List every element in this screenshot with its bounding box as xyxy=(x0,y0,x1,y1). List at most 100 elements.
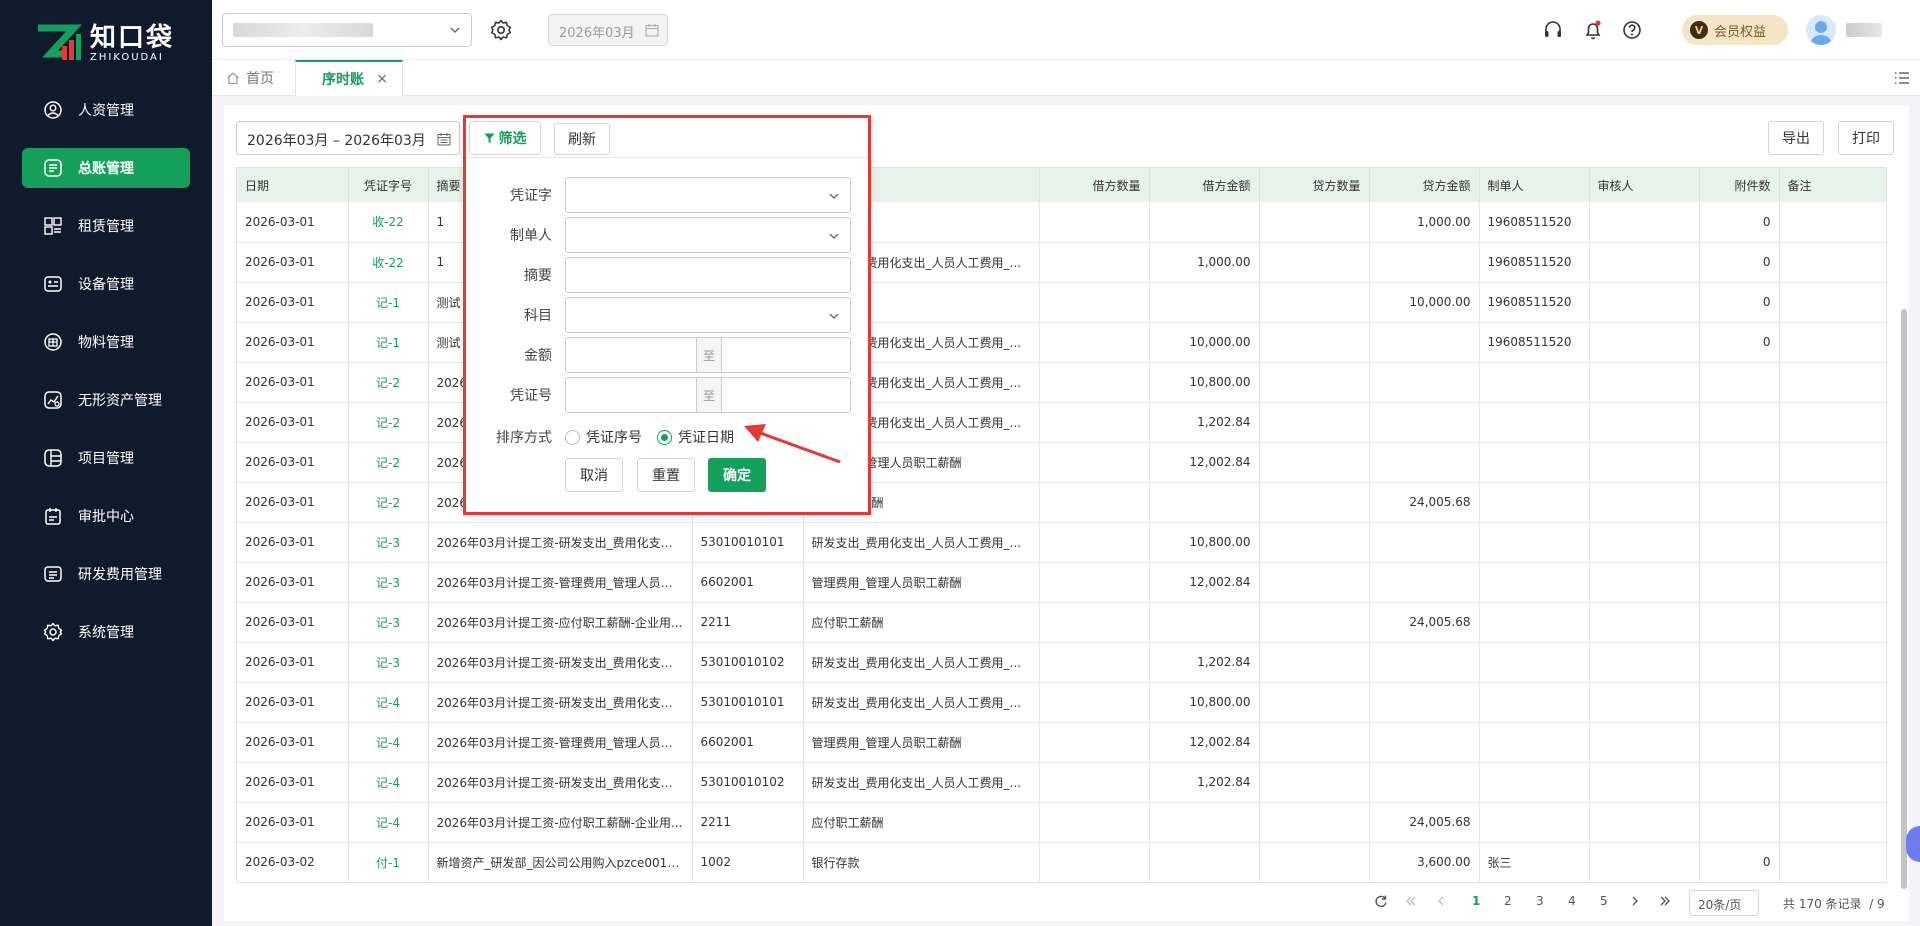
voucher-link[interactable]: 记-2 xyxy=(348,442,429,483)
export-button[interactable]: 导出 xyxy=(1768,121,1824,155)
close-tab-icon[interactable]: × xyxy=(376,71,388,87)
member-benefits-label: 会员权益 xyxy=(1714,24,1767,40)
voucher-no-min-input[interactable] xyxy=(565,377,696,413)
reset-button[interactable]: 重置 xyxy=(637,458,695,492)
filter-label: 筛选 xyxy=(498,131,527,147)
tab-journal-label: 序时账 xyxy=(322,72,364,88)
cancel-button[interactable]: 取消 xyxy=(565,458,623,492)
member-benefits-button[interactable]: V 会员权益 xyxy=(1682,15,1788,45)
table-row[interactable]: 2026-03-01 记-4 2026年03月计提工资-管理费用_管理人员职... 6… xyxy=(237,722,1886,763)
tab-journal[interactable]: 序时账 × xyxy=(295,60,403,96)
page-3[interactable]: 3 xyxy=(1536,894,1544,908)
list-menu-icon[interactable] xyxy=(1894,70,1910,86)
table-row[interactable]: 2026-03-01 记-3 2026年03月计提工资-研发支出_费用化支出_...… xyxy=(237,522,1886,563)
summary-input[interactable] xyxy=(565,257,851,293)
sidebar-item-6[interactable]: 项目管理 xyxy=(22,438,190,478)
help-icon[interactable] xyxy=(1621,19,1643,41)
table-cell: 53010010101 xyxy=(692,682,804,723)
column-header[interactable]: 借方数量 xyxy=(1039,168,1150,202)
sidebar-item-5[interactable]: 无形资产管理 xyxy=(22,380,190,420)
column-header[interactable]: 备注 xyxy=(1779,168,1886,202)
page-1[interactable]: 1 xyxy=(1472,894,1480,908)
voucher-link[interactable]: 记-3 xyxy=(348,522,429,563)
tab-home[interactable]: 首页 xyxy=(226,60,274,96)
voucher-link[interactable]: 记-4 xyxy=(348,722,429,763)
subject-select[interactable] xyxy=(565,297,851,333)
page-tabs: 首页 序时账 × xyxy=(212,60,1920,96)
voucher-link[interactable]: 记-2 xyxy=(348,402,429,443)
sidebar-item-9[interactable]: 系统管理 xyxy=(22,612,190,652)
sidebar-item-label: 项目管理 xyxy=(78,451,134,467)
brand-name-en: ZHIKOUDAI xyxy=(90,52,164,63)
chat-bubble-icon[interactable] xyxy=(1906,826,1920,862)
table-row[interactable]: 2026-03-01 记-3 2026年03月计提工资-研发支出_费用化支出_...… xyxy=(237,642,1886,683)
voucher-word-select[interactable] xyxy=(565,177,851,213)
table-row[interactable]: 2026-03-01 记-3 2026年03月计提工资-管理费用_管理人员职... 6… xyxy=(237,562,1886,603)
voucher-link[interactable]: 记-2 xyxy=(348,482,429,523)
sidebar-item-1[interactable]: 总账管理 xyxy=(22,148,190,188)
table-scrollbar[interactable] xyxy=(1901,309,1907,889)
sidebar-item-0[interactable]: 人资管理 xyxy=(22,90,190,130)
voucher-link[interactable]: 记-3 xyxy=(348,562,429,603)
username-redacted[interactable] xyxy=(1846,23,1882,37)
sort-by-number-radio[interactable]: 凭证序号 xyxy=(565,427,642,447)
column-header[interactable]: 审核人 xyxy=(1589,168,1700,202)
next-page-icon[interactable] xyxy=(1628,894,1642,908)
page-2[interactable]: 2 xyxy=(1504,894,1512,908)
page-4[interactable]: 4 xyxy=(1568,894,1576,908)
company-select[interactable] xyxy=(222,13,472,47)
first-page-icon[interactable] xyxy=(1404,894,1418,908)
voucher-link[interactable]: 记-1 xyxy=(348,322,429,363)
column-header[interactable]: 贷方数量 xyxy=(1259,168,1370,202)
maker-select[interactable] xyxy=(565,217,851,253)
voucher-link[interactable]: 收-22 xyxy=(348,242,429,283)
user-avatar[interactable] xyxy=(1806,15,1836,45)
voucher-link[interactable]: 记-4 xyxy=(348,802,429,843)
column-header[interactable]: 附件数 xyxy=(1699,168,1780,202)
date-range-picker[interactable]: 2026年03月 – 2026年03月 xyxy=(236,121,460,155)
column-header[interactable]: 日期 xyxy=(237,168,349,202)
last-page-icon[interactable] xyxy=(1658,894,1672,908)
voucher-link[interactable]: 记-4 xyxy=(348,682,429,723)
amount-max-input[interactable] xyxy=(722,337,851,373)
page-5[interactable]: 5 xyxy=(1600,894,1608,908)
headset-icon[interactable] xyxy=(1542,19,1564,41)
table-cell: 53010010102 xyxy=(692,762,804,803)
voucher-no-max-input[interactable] xyxy=(722,377,851,413)
amount-min-input[interactable] xyxy=(565,337,696,373)
filter-toggle-button[interactable]: 筛选 xyxy=(469,121,541,155)
table-cell: 1,000.00 xyxy=(1369,202,1480,243)
table-row[interactable]: 2026-03-02 付-1 新增资产_研发部_因公司公用购入pzce001_...… xyxy=(237,842,1886,882)
refresh-icon[interactable] xyxy=(1374,894,1388,908)
voucher-link[interactable]: 记-2 xyxy=(348,362,429,403)
column-header[interactable]: 制单人 xyxy=(1479,168,1590,202)
column-header[interactable]: 凭证字号 xyxy=(348,168,429,202)
column-header[interactable]: 贷方金额 xyxy=(1369,168,1480,202)
voucher-link[interactable]: 付-1 xyxy=(348,842,429,882)
calendar-icon xyxy=(645,24,659,37)
bell-icon[interactable] xyxy=(1582,19,1604,41)
table-row[interactable]: 2026-03-01 记-4 2026年03月计提工资-研发支出_费用化支出_...… xyxy=(237,762,1886,803)
table-row[interactable]: 2026-03-01 记-4 2026年03月计提工资-研发支出_费用化支出_...… xyxy=(237,682,1886,723)
voucher-link[interactable]: 记-3 xyxy=(348,642,429,683)
voucher-link[interactable]: 记-3 xyxy=(348,602,429,643)
print-button[interactable]: 打印 xyxy=(1838,121,1894,155)
voucher-link[interactable]: 记-1 xyxy=(348,282,429,323)
sort-by-date-radio[interactable]: 凭证日期 xyxy=(657,427,734,447)
sidebar-item-2[interactable]: 租赁管理 xyxy=(22,206,190,246)
table-row[interactable]: 2026-03-01 记-3 2026年03月计提工资-应付职工薪酬-企业用... 2… xyxy=(237,602,1886,643)
sidebar-item-7[interactable]: 审批中心 xyxy=(22,496,190,536)
page-size-select[interactable]: 20条/页 xyxy=(1689,890,1759,916)
table-cell: 3,600.00 xyxy=(1369,842,1480,882)
column-header[interactable]: 借方金额 xyxy=(1149,168,1260,202)
prev-page-icon[interactable] xyxy=(1434,894,1448,908)
voucher-link[interactable]: 记-4 xyxy=(348,762,429,803)
table-cell: 2026-03-01 xyxy=(237,202,349,243)
settings-gear-icon[interactable] xyxy=(489,18,513,42)
voucher-link[interactable]: 收-22 xyxy=(348,202,429,243)
refresh-button[interactable]: 刷新 xyxy=(554,123,610,155)
table-row[interactable]: 2026-03-01 记-4 2026年03月计提工资-应付职工薪酬-企业用... 2… xyxy=(237,802,1886,843)
sidebar-item-3[interactable]: 设备管理 xyxy=(22,264,190,304)
sidebar-item-4[interactable]: 物料管理 xyxy=(22,322,190,362)
sidebar-item-8[interactable]: 研发费用管理 xyxy=(22,554,190,594)
